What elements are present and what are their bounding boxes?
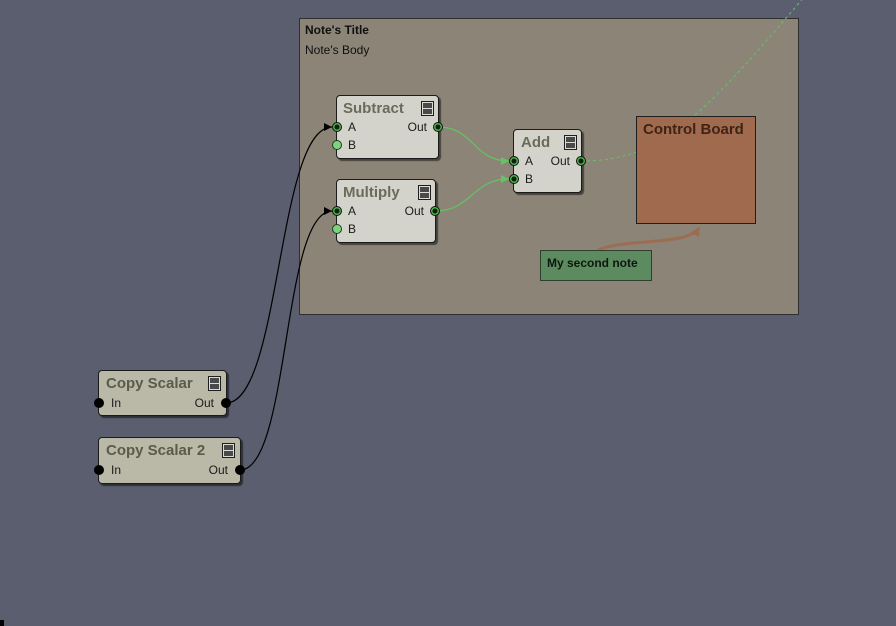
- input-port-a[interactable]: [332, 206, 342, 216]
- node-title: Subtract: [343, 100, 404, 117]
- input-port-b[interactable]: [332, 224, 342, 234]
- input-port-a[interactable]: [332, 122, 342, 132]
- node-menu-icon[interactable]: [421, 101, 434, 116]
- port-label-b: B: [525, 172, 534, 186]
- control-board[interactable]: Control Board: [636, 116, 756, 224]
- output-port-out[interactable]: [221, 398, 231, 408]
- group-note-body: Note's Body: [305, 43, 370, 57]
- second-note[interactable]: My second note: [540, 250, 652, 281]
- second-note-text: My second note: [547, 256, 638, 270]
- canvas-corner-mark: [0, 620, 4, 626]
- node-title: Add: [521, 134, 551, 151]
- node-copy-scalar-2[interactable]: Copy Scalar 2 In Out: [94, 437, 245, 484]
- output-port-out[interactable]: [576, 156, 586, 166]
- output-port-out[interactable]: [433, 122, 443, 132]
- input-port-in[interactable]: [94, 465, 104, 475]
- node-menu-icon[interactable]: [418, 185, 431, 200]
- input-port-in[interactable]: [94, 398, 104, 408]
- output-port-out[interactable]: [235, 465, 245, 475]
- node-title: Copy Scalar 2: [106, 442, 206, 459]
- node-menu-icon[interactable]: [564, 135, 577, 150]
- port-label-out: Out: [194, 396, 214, 410]
- input-port-b[interactable]: [509, 174, 519, 184]
- input-port-b[interactable]: [332, 140, 342, 150]
- port-label-a: A: [348, 120, 357, 134]
- port-label-in: In: [111, 463, 122, 477]
- node-subtract[interactable]: Subtract A B Out: [332, 95, 443, 159]
- port-label-out: Out: [407, 120, 427, 134]
- control-board-title: Control Board: [643, 121, 744, 138]
- node-menu-icon[interactable]: [222, 443, 235, 458]
- node-multiply[interactable]: Multiply A B Out: [332, 179, 440, 243]
- input-port-a[interactable]: [509, 156, 519, 166]
- port-label-b: B: [348, 222, 357, 236]
- port-label-out: Out: [404, 204, 424, 218]
- node-menu-icon[interactable]: [208, 376, 221, 391]
- port-label-b: B: [348, 138, 357, 152]
- output-port-out[interactable]: [430, 206, 440, 216]
- port-label-out: Out: [550, 154, 570, 168]
- node-copy-scalar[interactable]: Copy Scalar In Out: [94, 370, 231, 416]
- port-label-a: A: [525, 154, 534, 168]
- group-note-title: Note's Title: [305, 23, 369, 37]
- node-title: Copy Scalar: [106, 375, 193, 392]
- node-add[interactable]: Add A B Out: [509, 129, 586, 193]
- port-label-in: In: [111, 396, 122, 410]
- port-label-a: A: [348, 204, 357, 218]
- node-title: Multiply: [343, 184, 400, 201]
- port-label-out: Out: [208, 463, 228, 477]
- node-graph-canvas[interactable]: Note's Title Note's Body Control Board M…: [0, 0, 896, 626]
